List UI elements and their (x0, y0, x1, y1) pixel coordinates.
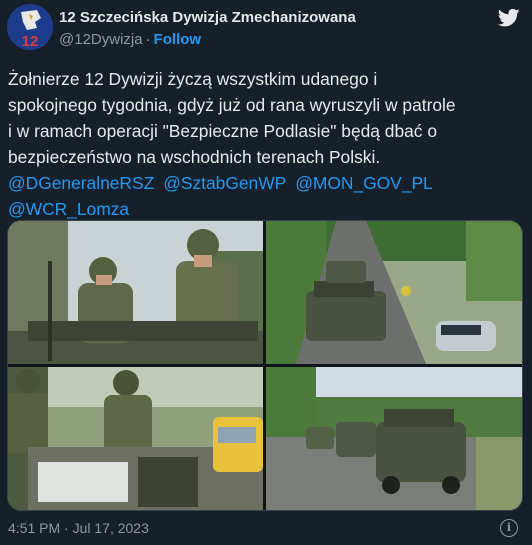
user-handle[interactable]: @12Dywizja (59, 31, 143, 48)
info-icon[interactable]: i (500, 519, 518, 537)
mention-link[interactable]: @SztabGenWP (163, 173, 286, 193)
photo-convoy-road[interactable] (266, 221, 522, 364)
photo-armored-vehicles[interactable] (266, 367, 522, 510)
griffin-emblem-icon: 12 (7, 4, 53, 50)
tweet-line: Żołnierze 12 Dywizji życzą wszystkim uda… (8, 69, 378, 89)
tweet-text: Żołnierze 12 Dywizji życzą wszystkim uda… (8, 66, 524, 222)
photo-soldiers-on-vehicle[interactable] (8, 221, 263, 364)
tweet-line: bezpieczeństwo na wschodnich terenach Po… (8, 147, 381, 167)
tweet-card: 12 12 Szczecińska Dywizja Zmechanizowana… (0, 0, 532, 545)
media-grid (7, 220, 523, 511)
separator-dot: · (145, 31, 151, 48)
follow-link[interactable]: Follow (154, 31, 202, 48)
tweet-timestamp[interactable]: 4:51 PM · Jul 17, 2023 (8, 520, 149, 536)
mention-link[interactable]: @DGeneralneRSZ (8, 173, 154, 193)
tweet-line: spokojnego tygodnia, gdyż już od rana wy… (8, 95, 456, 115)
mention-link[interactable]: @MON_GOV_PL (295, 173, 433, 193)
tweet-line: i w ramach operacji "Bezpieczne Podlasie… (8, 121, 438, 141)
mention-link[interactable]: @WCR_Lomza (8, 199, 129, 219)
twitter-bird-icon[interactable] (498, 8, 520, 28)
handle-row: @12Dywizja · Follow (59, 31, 201, 48)
mentions-line: @DGeneralneRSZ @SztabGenWP @MON_GOV_PL (8, 170, 524, 196)
svg-text:12: 12 (22, 33, 39, 50)
avatar[interactable]: 12 (7, 4, 53, 50)
photo-soldiers-closeup[interactable] (8, 367, 263, 510)
display-name[interactable]: 12 Szczecińska Dywizja Zmechanizowana (59, 9, 356, 26)
mentions-line: @WCR_Lomza (8, 196, 524, 222)
